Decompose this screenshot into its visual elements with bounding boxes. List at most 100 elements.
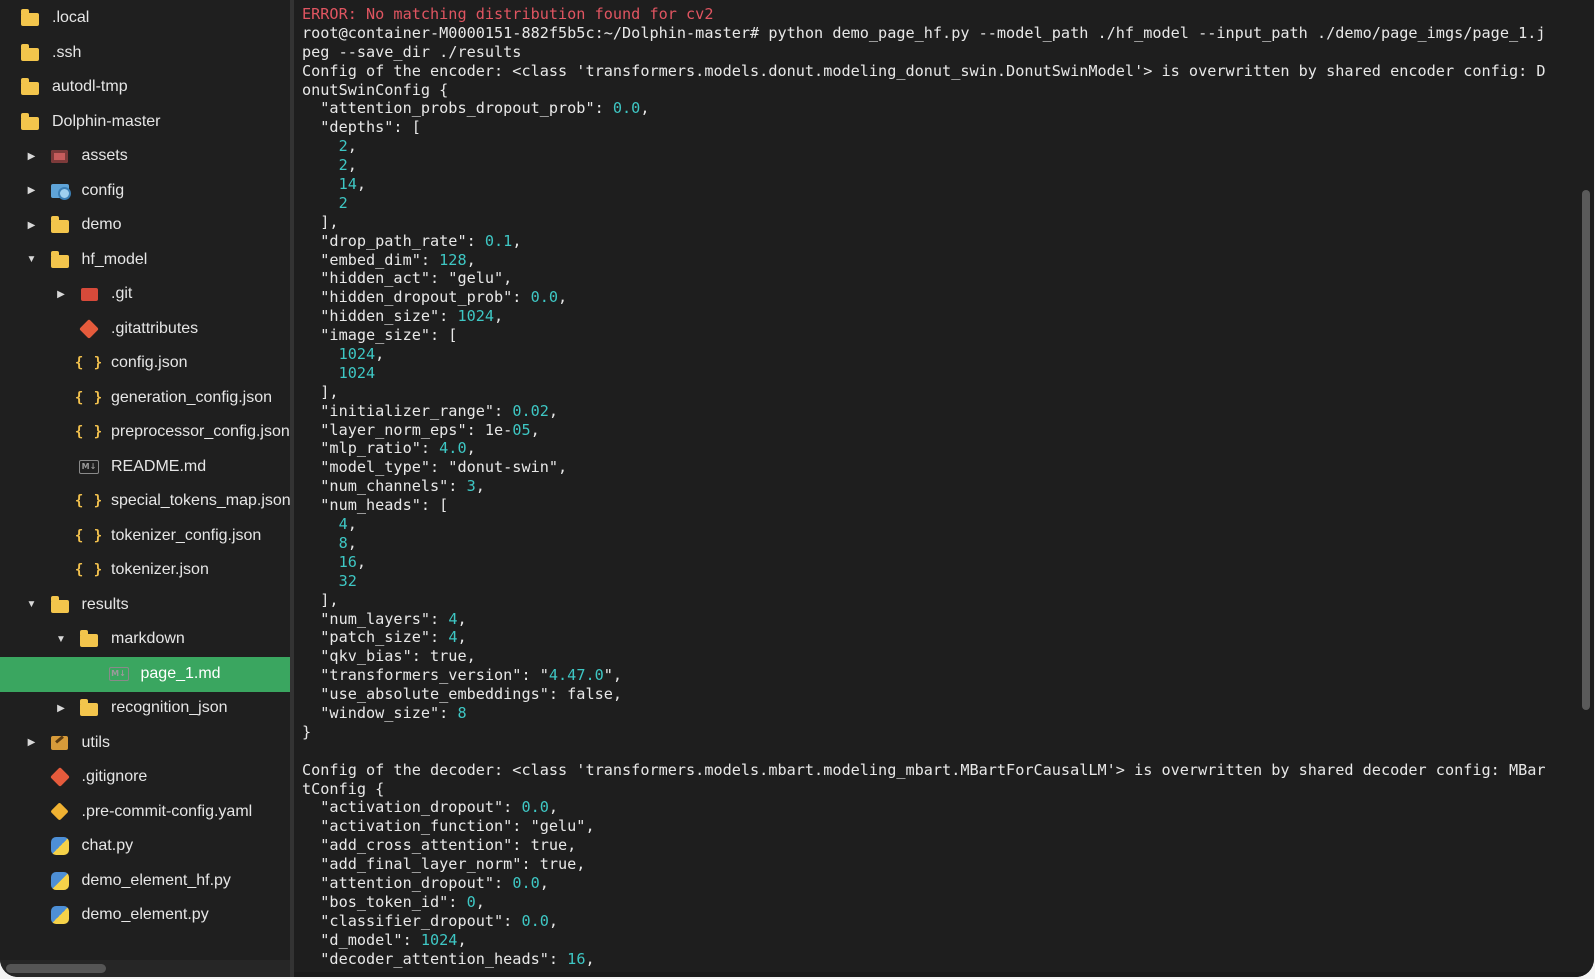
chevron-down-icon[interactable]: ▼ (26, 254, 38, 266)
numeric-token: 0.0 (521, 798, 549, 817)
tree-item[interactable]: .ssh (0, 36, 290, 71)
tree-item[interactable]: ▼ hf_model (0, 243, 290, 278)
tree-item[interactable]: ▶ assets (0, 139, 290, 174)
text-token: , (356, 175, 367, 194)
scrollbar-thumb[interactable] (6, 964, 106, 973)
tree-item[interactable]: { } generation_config.json (0, 381, 290, 416)
numeric-token: 0.0 (612, 99, 641, 118)
chevron-right-icon[interactable]: ▶ (26, 219, 38, 231)
tree-item[interactable]: { } special_tokens_map.json (0, 484, 290, 519)
text-token: , (512, 231, 522, 250)
terminal-line: "layer_norm_eps": 1e-05, (302, 421, 1546, 440)
tree-item[interactable]: .gitignore (0, 760, 290, 795)
tree-item[interactable]: .pre-commit-config.yaml (0, 795, 290, 830)
tree-item[interactable]: .local (0, 1, 290, 36)
tree-item[interactable]: ▼ markdown (0, 622, 290, 657)
text-token: , (530, 420, 540, 439)
text-token: "num_channels": (302, 477, 467, 496)
error-text: ERROR: No matching distribution found fo… (302, 5, 714, 23)
tree-item[interactable]: ▶ config (0, 174, 290, 209)
tree-item-label: recognition_json (111, 699, 228, 716)
numeric-token: 05 (512, 420, 531, 439)
folder-icon (20, 8, 40, 28)
terminal-panel[interactable]: ERROR: No matching distribution found fo… (294, 0, 1594, 977)
sidebar-horizontal-scrollbar[interactable] (0, 960, 290, 977)
terminal-line: 16, (302, 553, 1546, 572)
tree-item[interactable]: { } preprocessor_config.json (0, 415, 290, 450)
terminal-line: "num_channels": 3, (302, 477, 1546, 496)
text-token: "use_absolute_embeddings": false, (302, 685, 623, 704)
tree-item-label: README.md (111, 457, 207, 475)
text-token: "decoder_attention_heads": (302, 949, 568, 968)
text-token: ], (302, 590, 339, 609)
tree-item[interactable]: demo_element_hf.py (0, 864, 290, 899)
folder-icon (50, 595, 70, 615)
terminal-line: 32 (302, 572, 1546, 591)
tree-item[interactable]: { } tokenizer.json (0, 553, 290, 588)
numeric-token: 0 (466, 892, 476, 911)
tree-item[interactable]: ▶ recognition_json (0, 691, 290, 726)
numeric-token: 14 (338, 175, 357, 194)
text-token: "transformers_version": " (302, 666, 549, 685)
numeric-token: 16 (338, 552, 357, 571)
numeric-token: 0.0 (512, 873, 540, 892)
terminal-line: "window_size": 8 (302, 704, 1546, 723)
tree-item[interactable]: M↓ README.md (0, 450, 290, 485)
numeric-token: 4.0 (439, 439, 467, 458)
text-token: , (466, 250, 476, 269)
tree-item[interactable]: ▶ demo (0, 208, 290, 243)
terminal-line: "add_final_layer_norm": true, (302, 855, 1546, 874)
tree-item[interactable]: { } config.json (0, 346, 290, 381)
terminal-line: ], (302, 383, 1546, 402)
tree-item[interactable]: ▶ .git (0, 277, 290, 312)
numeric-token: 1024 (420, 930, 458, 949)
file-explorer-sidebar: .local .ssh autodl-tmp Dolphin-master ▶ asset… (0, 0, 290, 977)
markdown-icon: M↓ (79, 457, 99, 477)
tree-item[interactable]: demo_element.py (0, 898, 290, 933)
chevron-right-icon[interactable]: ▶ (26, 150, 38, 162)
terminal-line: "attention_dropout": 0.0, (302, 874, 1546, 893)
text-token: peg --save_dir ./results (302, 42, 522, 61)
terminal-line: "image_size": [ (302, 326, 1546, 345)
tree-item[interactable]: ▶ utils (0, 726, 290, 761)
chevron-right-icon[interactable]: ▶ (55, 288, 67, 300)
folder-icon (20, 77, 40, 97)
text-token: "patch_size": (302, 628, 449, 647)
terminal-line: ERROR: No matching distribution found fo… (302, 5, 1546, 24)
terminal-vertical-scrollbar[interactable] (1582, 190, 1590, 710)
chevron-down-icon[interactable]: ▼ (26, 599, 38, 611)
tree-item[interactable]: { } tokenizer_config.json (0, 519, 290, 554)
chevron-down-icon[interactable]: ▼ (55, 633, 67, 645)
tree-item-label: .local (52, 9, 90, 26)
tree-item-label: special_tokens_map.json (111, 492, 290, 509)
terminal-line: onutSwinConfig { (302, 81, 1546, 100)
tree-item[interactable]: .gitattributes (0, 312, 290, 347)
numeric-token: 8 (338, 533, 348, 552)
terminal-line: "drop_path_rate": 0.1, (302, 232, 1546, 251)
terminal-line: 1024 (302, 364, 1546, 383)
chevron-right-icon[interactable]: ▶ (55, 702, 67, 714)
chevron-right-icon[interactable]: ▶ (26, 737, 38, 749)
text-token: "hidden_dropout_prob": (302, 288, 531, 307)
text-token: , (558, 288, 568, 307)
numeric-token: 1024 (338, 363, 376, 382)
terminal-line: "bos_token_id": 0, (302, 893, 1546, 912)
tree-item-label: demo_element_hf.py (81, 871, 231, 889)
chevron-right-icon[interactable]: ▶ (26, 185, 38, 197)
text-token: "classifier_dropout": (302, 911, 522, 930)
python-icon (50, 836, 70, 856)
tree-item[interactable]: ▼ results (0, 588, 290, 623)
tree-item[interactable]: M↓ page_1.md (0, 656, 290, 692)
text-token: , (640, 99, 650, 118)
text-token: ], (302, 382, 339, 401)
tree-item[interactable]: autodl-tmp (0, 70, 290, 105)
tree-item[interactable]: Dolphin-master (0, 105, 290, 140)
numeric-token: 0.0 (530, 288, 559, 307)
text-token: , (475, 892, 485, 911)
terminal-line: "qkv_bias": true, (302, 647, 1546, 666)
terminal-line: "add_cross_attention": true, (302, 836, 1546, 855)
text-token: , (466, 439, 476, 458)
text-token: , (375, 345, 385, 364)
tree-item[interactable]: chat.py (0, 829, 290, 864)
